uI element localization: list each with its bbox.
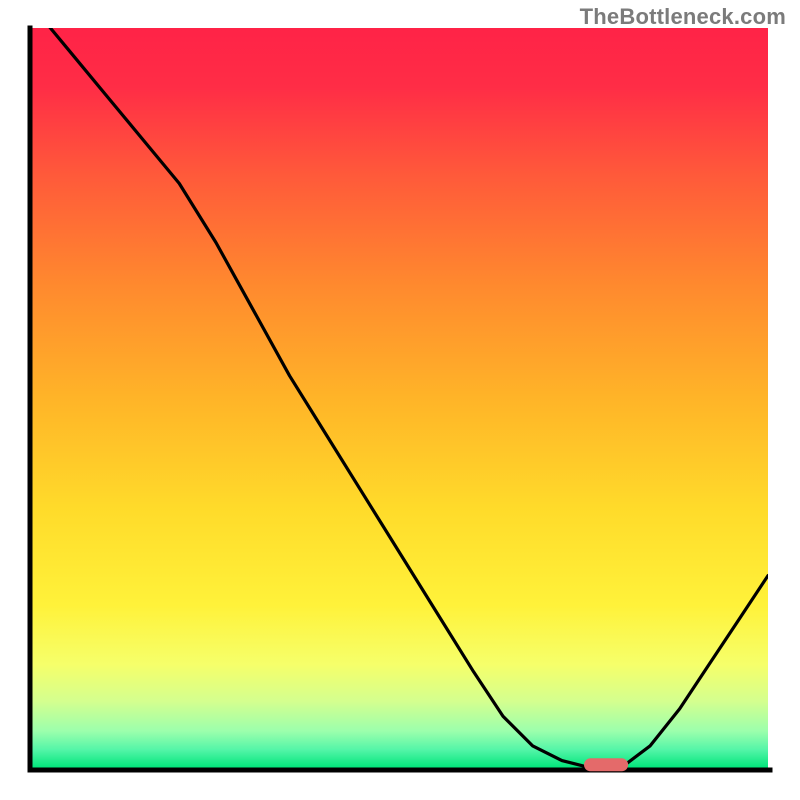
bottleneck-chart <box>0 0 800 800</box>
optimum-marker <box>584 758 628 771</box>
chart-container: TheBottleneck.com <box>0 0 800 800</box>
watermark-text: TheBottleneck.com <box>580 4 786 30</box>
